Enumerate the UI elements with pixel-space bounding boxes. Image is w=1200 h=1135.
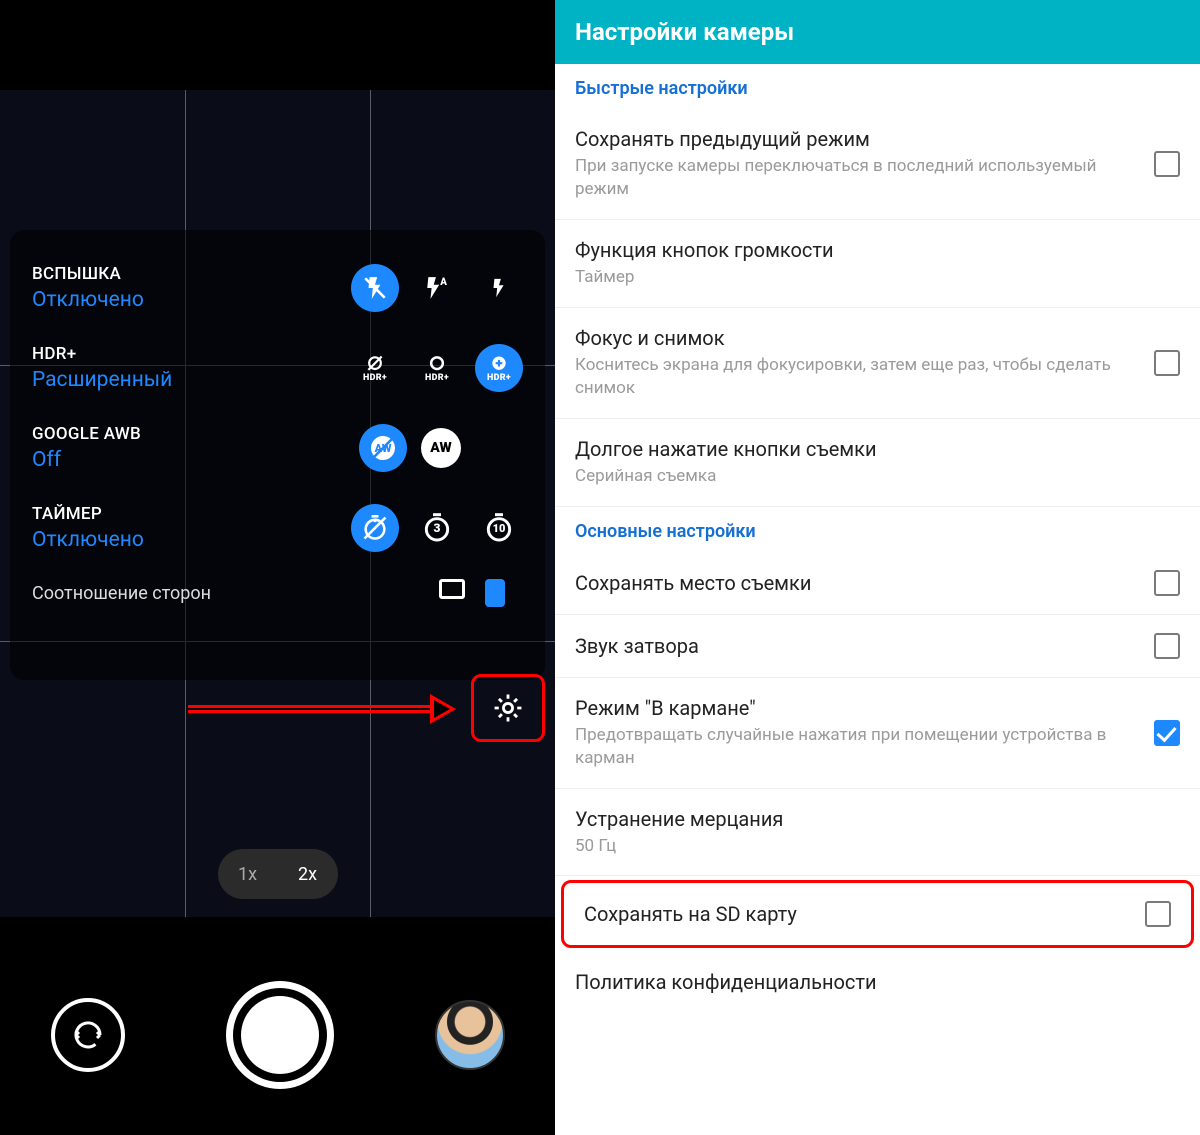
- setting-title: Режим "В кармане": [575, 696, 1140, 720]
- hdr-enhanced-icon[interactable]: HDR+: [475, 344, 523, 392]
- setting-title: Сохранять место съемки: [575, 571, 1140, 595]
- aspect-label: Соотношение сторон: [32, 583, 211, 604]
- setting-shutter-sound[interactable]: Звук затвора: [555, 615, 1200, 678]
- checkbox[interactable]: [1145, 901, 1171, 927]
- setting-volume-keys[interactable]: Функция кнопок громкости Таймер: [555, 220, 1200, 308]
- section-main: Основные настройки: [555, 507, 1200, 552]
- quick-row-aspect: Соотношение сторон: [32, 568, 529, 618]
- setting-sub: Таймер: [575, 266, 1166, 289]
- quick-row-awb: GOOGLE AWB Off AW AW: [32, 408, 529, 488]
- gallery-thumbnail[interactable]: [435, 1000, 505, 1070]
- flash-value: Отключено: [32, 288, 351, 312]
- hdr-tag-text: HDR+: [487, 373, 511, 383]
- setting-sub: Предотвращать случайные нажатия при поме…: [575, 724, 1140, 770]
- settings-list[interactable]: Быстрые настройки Сохранять предыдущий р…: [555, 64, 1200, 1012]
- flash-on-icon[interactable]: [475, 264, 523, 312]
- timer-3s-text: 3: [434, 521, 441, 535]
- setting-title: Сохранять предыдущий режим: [575, 127, 1140, 151]
- switch-camera-icon: [70, 1017, 106, 1053]
- setting-title: Долгое нажатие кнопки съемки: [575, 437, 1166, 461]
- awb-on-icon[interactable]: AW: [421, 428, 461, 468]
- svg-text:A: A: [439, 277, 447, 288]
- settings-header: Настройки камеры: [555, 0, 1200, 64]
- hdr-value: Расширенный: [32, 368, 351, 392]
- setting-sub: Серийная съемка: [575, 465, 1166, 488]
- hdr-on-icon[interactable]: HDR+: [413, 344, 461, 392]
- zoom-2x[interactable]: 2x: [278, 864, 338, 885]
- checkbox[interactable]: [1154, 720, 1180, 746]
- setting-title: Фокус и снимок: [575, 326, 1140, 350]
- setting-title: Устранение мерцания: [575, 807, 1166, 831]
- hdr-tag-text: HDR+: [363, 373, 387, 383]
- awb-off-icon[interactable]: AW: [359, 424, 407, 472]
- flash-auto-icon[interactable]: A: [413, 264, 461, 312]
- timer-value: Отключено: [32, 528, 351, 552]
- quick-settings-panel: ВСПЫШКА Отключено A HDR+ Расширенный: [10, 230, 545, 680]
- setting-sub: Коснитесь экрана для фокусировки, затем …: [575, 354, 1140, 400]
- aspect-full-icon[interactable]: [485, 579, 505, 607]
- setting-focus-shot[interactable]: Фокус и снимок Коснитесь экрана для фоку…: [555, 308, 1200, 419]
- quick-row-hdr: HDR+ Расширенный HDR+ HDR+ HDR+: [32, 328, 529, 408]
- checkbox[interactable]: [1154, 570, 1180, 596]
- setting-save-to-sd[interactable]: Сохранять на SD карту: [561, 880, 1194, 948]
- timer-off-icon[interactable]: [351, 504, 399, 552]
- checkbox[interactable]: [1154, 633, 1180, 659]
- setting-antiflicker[interactable]: Устранение мерцания 50 Гц: [555, 789, 1200, 877]
- timer-label: ТАЙМЕР: [32, 504, 351, 524]
- switch-camera-button[interactable]: [51, 998, 125, 1072]
- awb-label: GOOGLE AWB: [32, 424, 359, 444]
- camera-screen: ВСПЫШКА Отключено A HDR+ Расширенный: [0, 0, 555, 1135]
- awb-value: Off: [32, 448, 359, 472]
- zoom-toggle[interactable]: 1x 2x: [218, 849, 338, 899]
- quick-row-flash: ВСПЫШКА Отключено A: [32, 248, 529, 328]
- annotation-arrow: [188, 694, 456, 724]
- quick-row-timer: ТАЙМЕР Отключено 3 10: [32, 488, 529, 568]
- setting-pocket-mode[interactable]: Режим "В кармане" Предотвращать случайны…: [555, 678, 1200, 789]
- setting-title: Звук затвора: [575, 634, 1140, 658]
- aspect-4-3-icon[interactable]: [439, 579, 465, 599]
- setting-title: Политика конфиденциальности: [575, 970, 1166, 994]
- zoom-1x[interactable]: 1x: [218, 864, 278, 885]
- section-quick: Быстрые настройки: [555, 64, 1200, 109]
- settings-screen: Настройки камеры Быстрые настройки Сохра…: [555, 0, 1200, 1135]
- flash-off-icon[interactable]: [351, 264, 399, 312]
- checkbox[interactable]: [1154, 151, 1180, 177]
- setting-sub: 50 Гц: [575, 835, 1166, 858]
- checkbox[interactable]: [1154, 350, 1180, 376]
- setting-title: Функция кнопок громкости: [575, 238, 1166, 262]
- setting-save-location[interactable]: Сохранять место съемки: [555, 552, 1200, 615]
- setting-privacy-policy[interactable]: Политика конфиденциальности: [555, 952, 1200, 1012]
- camera-bottom-bar: [0, 935, 555, 1135]
- flash-label: ВСПЫШКА: [32, 264, 351, 284]
- timer-10s-text: 10: [493, 522, 506, 535]
- setting-long-press[interactable]: Долгое нажатие кнопки съемки Серийная съ…: [555, 419, 1200, 507]
- hdr-off-icon[interactable]: HDR+: [351, 344, 399, 392]
- setting-keep-mode[interactable]: Сохранять предыдущий режим При запуске к…: [555, 109, 1200, 220]
- settings-gear-button[interactable]: [471, 674, 545, 742]
- shutter-button[interactable]: [226, 981, 334, 1089]
- timer-3s-icon[interactable]: 3: [413, 504, 461, 552]
- timer-10s-icon[interactable]: 10: [475, 504, 523, 552]
- shutter-inner: [241, 996, 319, 1074]
- setting-title: Сохранять на SD карту: [584, 902, 1131, 926]
- gear-icon: [491, 691, 525, 725]
- awb-tag-text: AW: [430, 440, 451, 456]
- setting-sub: При запуске камеры переключаться в после…: [575, 155, 1140, 201]
- hdr-tag-text: HDR+: [425, 373, 449, 383]
- hdr-label: HDR+: [32, 344, 351, 364]
